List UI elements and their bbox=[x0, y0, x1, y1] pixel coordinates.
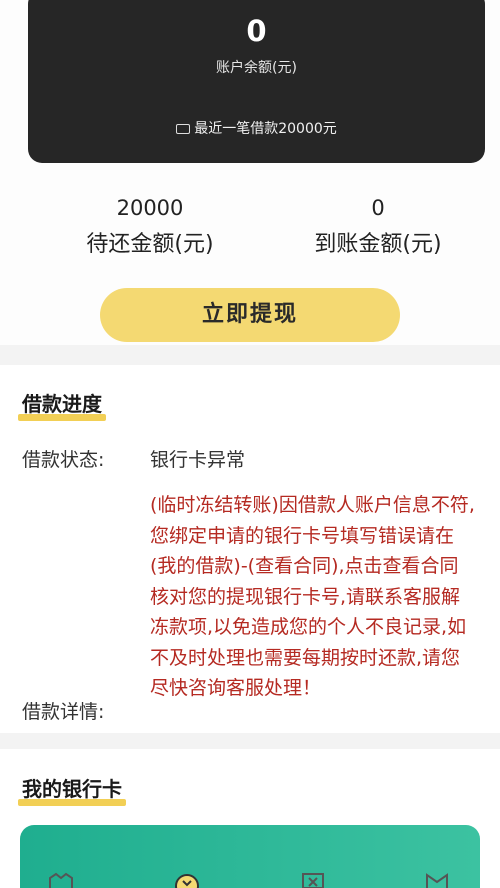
borrow-icon[interactable] bbox=[174, 872, 200, 888]
balance-card: 0 账户余额(元) 最近一笔借款20000元 bbox=[28, 0, 485, 163]
received-amount-label: 到账金额(元) bbox=[314, 232, 442, 257]
section-divider bbox=[0, 345, 500, 365]
recent-loan-text: 最近一笔借款20000元 bbox=[194, 121, 337, 137]
received-amount-value: 0 bbox=[371, 196, 385, 220]
bank-title-text: 我的银行卡 bbox=[22, 777, 122, 801]
pending-amount-value: 20000 bbox=[116, 196, 184, 220]
recent-loan[interactable]: 最近一笔借款20000元 bbox=[28, 118, 485, 138]
loan-detail-text: (临时冻结转账)因借款人账户信息不符,您绑定申请的银行卡号填写错误请在(我的借款… bbox=[150, 494, 475, 699]
loan-status-value: 银行卡异常 bbox=[150, 449, 246, 471]
tab-bar bbox=[0, 866, 500, 888]
profile-icon[interactable] bbox=[424, 872, 450, 888]
withdraw-button[interactable]: 立即提现 bbox=[100, 288, 400, 342]
balance-value: 0 bbox=[246, 14, 267, 48]
card-icon bbox=[176, 124, 191, 134]
loan-status-label: 借款状态: bbox=[22, 449, 105, 471]
pending-amount-label: 待还金额(元) bbox=[86, 232, 214, 257]
progress-title-text: 借款进度 bbox=[22, 392, 102, 416]
bank-section-title: 我的银行卡 bbox=[18, 773, 126, 806]
balance-label: 账户余额(元) bbox=[216, 60, 297, 76]
pending-amount: 20000 待还金额(元) bbox=[50, 196, 250, 258]
loan-detail-label: 借款详情: bbox=[22, 701, 105, 723]
home-icon[interactable] bbox=[48, 872, 74, 888]
received-amount: 0 到账金额(元) bbox=[278, 196, 478, 258]
section-divider bbox=[0, 733, 500, 749]
progress-section-title: 借款进度 bbox=[18, 388, 106, 421]
bill-icon[interactable] bbox=[300, 872, 326, 888]
